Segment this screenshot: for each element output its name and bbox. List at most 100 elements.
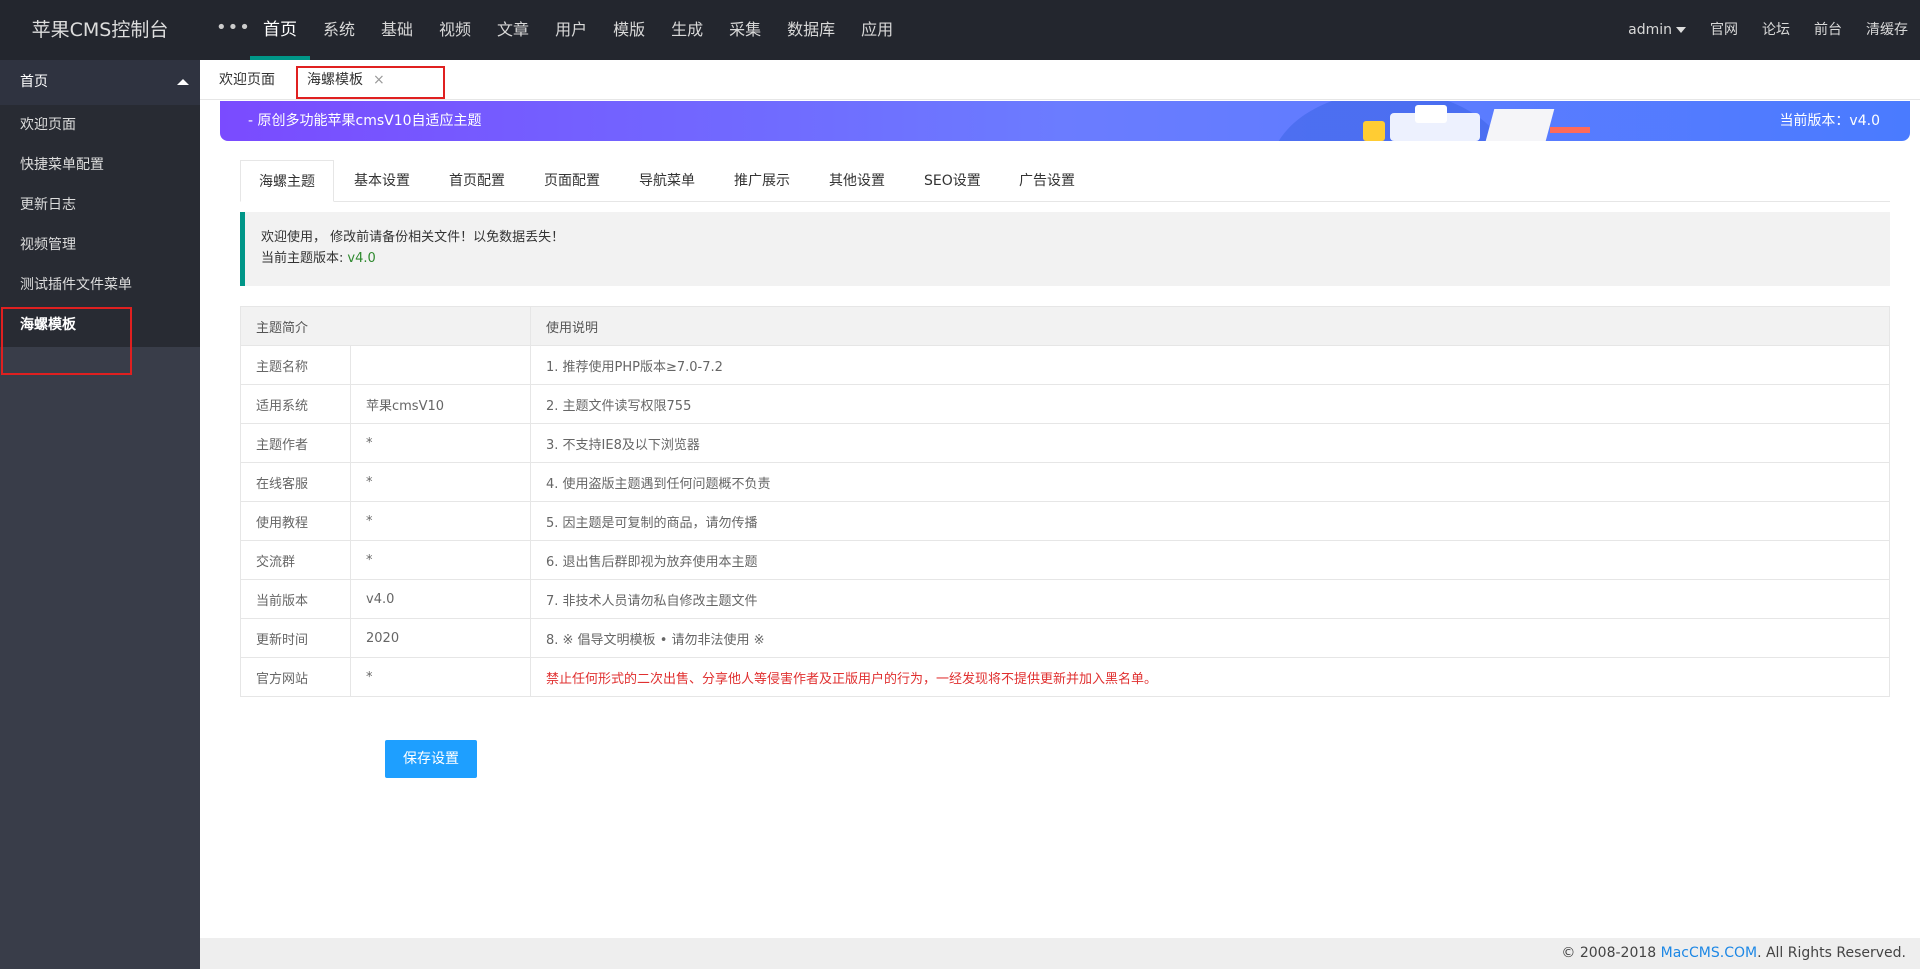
- banner-illustration: [1363, 121, 1385, 141]
- nav-item-article[interactable]: 文章: [484, 0, 542, 60]
- tab-page-config[interactable]: 页面配置: [544, 160, 600, 202]
- table-cell-value: *: [350, 462, 531, 502]
- sidebar-item-video-manage[interactable]: 视频管理: [0, 225, 200, 265]
- settings-tabs: 海螺主题 基本设置 首页配置 页面配置 导航菜单 推广展示 其他设置 SEO设置…: [240, 160, 1890, 202]
- table-row: 使用教程 * 5. 因主题是可复制的商品，请勿传播: [240, 501, 1890, 541]
- tab-promotion[interactable]: 推广展示: [734, 160, 790, 202]
- banner-illustration: [1550, 127, 1590, 133]
- tab-ad-settings[interactable]: 广告设置: [1019, 160, 1075, 202]
- nav-item-user[interactable]: 用户: [542, 0, 600, 60]
- table-cell-value: v4.0: [350, 579, 531, 619]
- top-navbar: 苹果CMS控制台 ••• 首页 系统 基础 视频 文章 用户 模版 生成 采集 …: [0, 0, 1920, 60]
- table-cell-note: 2. 主题文件读写权限755: [530, 384, 1890, 424]
- table-cell-warning: 禁止任何形式的二次出售、分享他人等侵害作者及正版用户的行为，一经发现将不提供更新…: [530, 657, 1890, 697]
- sidebar-section-label: 首页: [20, 74, 48, 90]
- table-cell-key: 使用教程: [240, 501, 351, 541]
- nav-item-generate[interactable]: 生成: [658, 0, 716, 60]
- table-cell-value: *: [350, 540, 531, 580]
- table-cell-note: 5. 因主题是可复制的商品，请勿传播: [530, 501, 1890, 541]
- table-cell-note: 1. 推荐使用PHP版本≥7.0-7.2: [530, 345, 1890, 385]
- table-cell-key: 官方网站: [240, 657, 351, 697]
- notice-line: 欢迎使用， 修改前请备份相关文件！以免数据丢失！: [261, 230, 565, 245]
- user-name: admin: [1628, 22, 1672, 38]
- table-cell-note: 6. 退出售后群即视为放弃使用本主题: [530, 540, 1890, 580]
- table-cell-key: 交流群: [240, 540, 351, 580]
- highlight-box: [1, 307, 132, 375]
- nav-item-apps[interactable]: 应用: [848, 0, 906, 60]
- banner-text: - 原创多功能苹果cmsV10自适应主题: [248, 113, 482, 129]
- table-cell-note: 7. 非技术人员请勿私自修改主题文件: [530, 579, 1890, 619]
- table-cell-key: 更新时间: [240, 618, 351, 658]
- tab-basic-settings[interactable]: 基本设置: [354, 160, 410, 202]
- link-clear-cache[interactable]: 清缓存: [1854, 0, 1920, 60]
- banner-illustration: [1485, 109, 1555, 141]
- table-header: 使用说明: [530, 306, 1890, 346]
- link-frontend[interactable]: 前台: [1802, 0, 1854, 60]
- nav-item-collect[interactable]: 采集: [716, 0, 774, 60]
- table-cell-note: 4. 使用盗版主题遇到任何问题概不负责: [530, 462, 1890, 502]
- footer-rights: . All Rights Reserved.: [1757, 945, 1906, 961]
- footer-link[interactable]: MacCMS.COM: [1661, 945, 1757, 961]
- user-menu[interactable]: admin: [1616, 0, 1698, 60]
- footer-copyright: © 2008-2018: [1561, 945, 1661, 961]
- table-cell-value: *: [350, 501, 531, 541]
- sidebar: 首页 欢迎页面 快捷菜单配置 更新日志 视频管理 测试插件文件菜单 海螺模板: [0, 60, 200, 969]
- save-settings-button[interactable]: 保存设置: [385, 740, 477, 778]
- tab-seo-settings[interactable]: SEO设置: [924, 160, 981, 202]
- app-logo[interactable]: 苹果CMS控制台: [0, 0, 200, 60]
- more-menu-icon[interactable]: •••: [216, 0, 251, 60]
- table-cell-value: *: [350, 657, 531, 697]
- highlight-box: [296, 66, 445, 99]
- table-cell-key: 在线客服: [240, 462, 351, 502]
- nav-item-system[interactable]: 系统: [310, 0, 368, 60]
- nav-item-basic[interactable]: 基础: [368, 0, 426, 60]
- caret-down-icon: [1676, 27, 1686, 33]
- sidebar-item-test-plugin[interactable]: 测试插件文件菜单: [0, 265, 200, 305]
- tab-nav-menu[interactable]: 导航菜单: [639, 160, 695, 202]
- table-row: 交流群 * 6. 退出售后群即视为放弃使用本主题: [240, 540, 1890, 580]
- table-row: 适用系统 苹果cmsV10 2. 主题文件读写权限755: [240, 384, 1890, 424]
- notice-version-line: 当前主题版本: v4.0: [261, 248, 1874, 269]
- sidebar-item-changelog[interactable]: 更新日志: [0, 185, 200, 225]
- link-forum[interactable]: 论坛: [1750, 0, 1802, 60]
- table-cell-value: 苹果cmsV10: [350, 384, 531, 424]
- table-cell-key: 当前版本: [240, 579, 351, 619]
- table-header: 主题简介: [240, 306, 531, 346]
- link-official-site[interactable]: 官网: [1698, 0, 1750, 60]
- notice-box: 欢迎使用， 修改前请备份相关文件！以免数据丢失！ 当前主题版本: v4.0: [240, 212, 1890, 286]
- table-header-row: 主题简介 使用说明: [240, 306, 1890, 346]
- table-row: 当前版本 v4.0 7. 非技术人员请勿私自修改主题文件: [240, 579, 1890, 619]
- nav-item-database[interactable]: 数据库: [774, 0, 848, 60]
- tab-hailuo-theme[interactable]: 海螺主题: [240, 160, 334, 202]
- footer: © 2008-2018 MacCMS.COM. All Rights Reser…: [200, 938, 1920, 969]
- table-row: 主题作者 * 3. 不支持IE8及以下浏览器: [240, 423, 1890, 463]
- tab-other-settings[interactable]: 其他设置: [829, 160, 885, 202]
- table-cell-value: *: [350, 423, 531, 463]
- sidebar-section-home[interactable]: 首页: [0, 60, 200, 105]
- nav-item-video[interactable]: 视频: [426, 0, 484, 60]
- main-nav: 首页 系统 基础 视频 文章 用户 模版 生成 采集 数据库 应用: [250, 0, 906, 60]
- banner-version: 当前版本：v4.0: [1779, 113, 1880, 129]
- tab-strip: 欢迎页面 海螺模板 ×: [200, 60, 1920, 100]
- theme-banner: - 原创多功能苹果cmsV10自适应主题 当前版本：v4.0: [220, 101, 1910, 141]
- notice-version-label: 当前主题版本:: [261, 251, 344, 266]
- table-cell-key: 适用系统: [240, 384, 351, 424]
- table-cell-key: 主题名称: [240, 345, 351, 385]
- sidebar-item-welcome[interactable]: 欢迎页面: [0, 105, 200, 145]
- banner-illustration: [1415, 105, 1447, 123]
- right-nav: admin 官网 论坛 前台 清缓存: [1616, 0, 1920, 60]
- notice-version-value: v4.0: [347, 251, 376, 266]
- nav-item-home[interactable]: 首页: [250, 0, 310, 60]
- tab-home-config[interactable]: 首页配置: [449, 160, 505, 202]
- theme-info-table: 主题简介 使用说明 主题名称 1. 推荐使用PHP版本≥7.0-7.2 适用系统…: [240, 306, 1890, 697]
- sidebar-item-shortcut-menu[interactable]: 快捷菜单配置: [0, 145, 200, 185]
- tab-welcome[interactable]: 欢迎页面: [219, 60, 275, 100]
- table-cell-value: 2020: [350, 618, 531, 658]
- table-cell-note: 8. ※ 倡导文明模板 • 请勿非法使用 ※: [530, 618, 1890, 658]
- table-cell-key: 主题作者: [240, 423, 351, 463]
- nav-item-template[interactable]: 模版: [600, 0, 658, 60]
- table-cell-note: 3. 不支持IE8及以下浏览器: [530, 423, 1890, 463]
- table-cell-value: [350, 345, 531, 385]
- caret-up-icon: [177, 79, 189, 85]
- table-row: 官方网站 * 禁止任何形式的二次出售、分享他人等侵害作者及正版用户的行为，一经发…: [240, 657, 1890, 697]
